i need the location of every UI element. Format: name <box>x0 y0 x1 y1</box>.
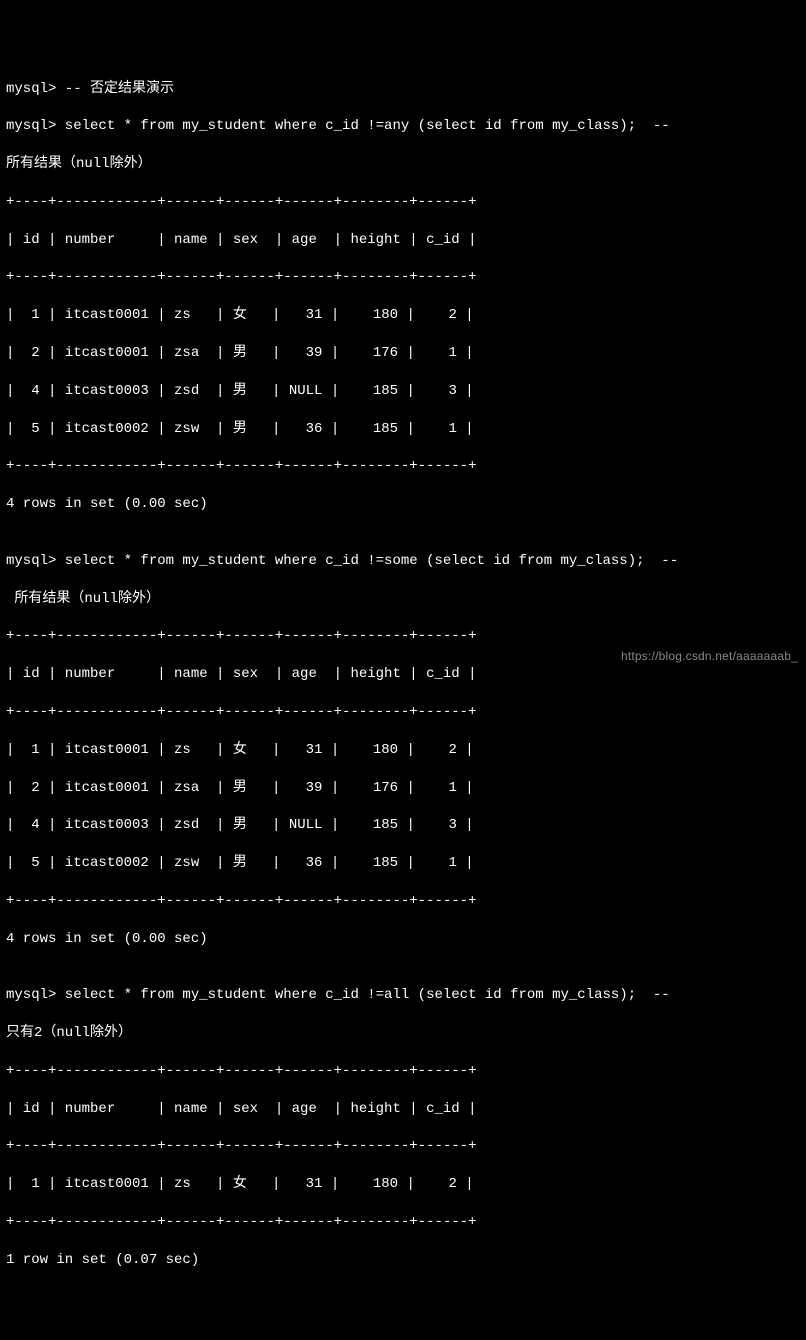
table-border: +----+------------+------+------+------+… <box>6 892 800 911</box>
table-border: +----+------------+------+------+------+… <box>6 1213 800 1232</box>
table-row: | 1 | itcast0001 | zs | 女 | 31 | 180 | 2… <box>6 306 800 325</box>
table-border: +----+------------+------+------+------+… <box>6 703 800 722</box>
table-border: +----+------------+------+------+------+… <box>6 193 800 212</box>
sql-query-any: mysql> select * from my_student where c_… <box>6 117 800 136</box>
table-border: +----+------------+------+------+------+… <box>6 457 800 476</box>
table-row: | 2 | itcast0001 | zsa | 男 | 39 | 176 | … <box>6 344 800 363</box>
table-border: +----+------------+------+------+------+… <box>6 1137 800 1156</box>
table-header: | id | number | name | sex | age | heigh… <box>6 665 800 684</box>
table-row: | 1 | itcast0001 | zs | 女 | 31 | 180 | 2… <box>6 741 800 760</box>
sql-query-some: mysql> select * from my_student where c_… <box>6 552 800 571</box>
table-row: | 2 | itcast0001 | zsa | 男 | 39 | 176 | … <box>6 779 800 798</box>
comment-continuation: 所有结果（null除外） <box>6 155 800 174</box>
table-row: | 4 | itcast0003 | zsd | 男 | NULL | 185 … <box>6 382 800 401</box>
table-row: | 5 | itcast0002 | zsw | 男 | 36 | 185 | … <box>6 420 800 439</box>
table-header: | id | number | name | sex | age | heigh… <box>6 1100 800 1119</box>
table-border: +----+------------+------+------+------+… <box>6 268 800 287</box>
sql-query-all: mysql> select * from my_student where c_… <box>6 986 800 1005</box>
table-border: +----+------------+------+------+------+… <box>6 1062 800 1081</box>
comment-continuation: 只有2（null除外） <box>6 1024 800 1043</box>
table-header: | id | number | name | sex | age | heigh… <box>6 231 800 250</box>
result-summary: 4 rows in set (0.00 sec) <box>6 930 800 949</box>
result-summary: 1 row in set (0.07 sec) <box>6 1251 800 1270</box>
table-row: | 4 | itcast0003 | zsd | 男 | NULL | 185 … <box>6 816 800 835</box>
table-row: | 5 | itcast0002 | zsw | 男 | 36 | 185 | … <box>6 854 800 873</box>
watermark-text: https://blog.csdn.net/aaaaaaab_ <box>621 648 798 664</box>
result-summary: 4 rows in set (0.00 sec) <box>6 495 800 514</box>
prompt-comment-line: mysql> -- 否定结果演示 <box>6 80 800 99</box>
comment-continuation: 所有结果（null除外） <box>6 590 800 609</box>
table-row: | 1 | itcast0001 | zs | 女 | 31 | 180 | 2… <box>6 1175 800 1194</box>
table-border: +----+------------+------+------+------+… <box>6 627 800 646</box>
